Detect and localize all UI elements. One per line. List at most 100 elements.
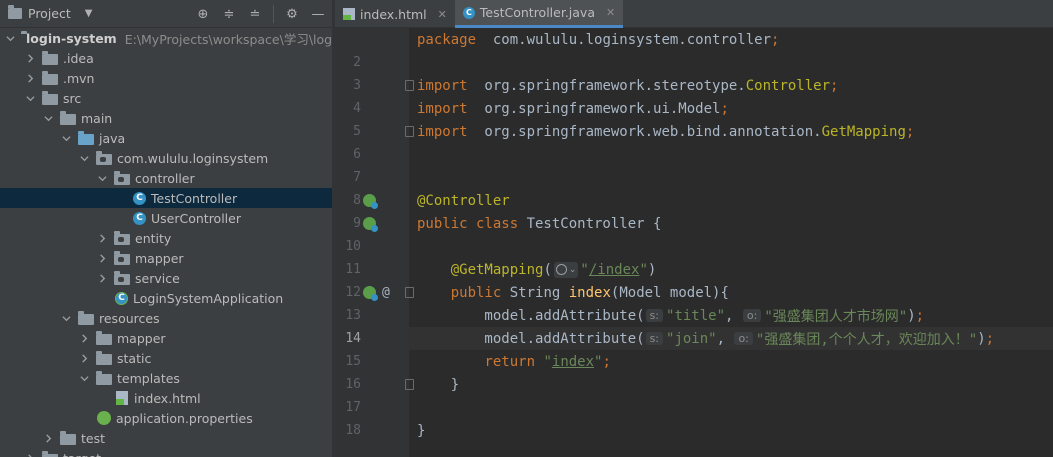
close-icon[interactable]: ✕ bbox=[438, 8, 447, 21]
tree-item-label: entity bbox=[135, 230, 172, 246]
code-line[interactable] bbox=[409, 51, 1053, 74]
tree-item[interactable]: java bbox=[0, 128, 332, 148]
chevron-down-icon[interactable] bbox=[24, 92, 36, 104]
tab-testcontroller-java[interactable]: C TestController.java ✕ bbox=[454, 0, 624, 28]
chevron-right-icon[interactable] bbox=[24, 72, 36, 84]
chevron-down-icon[interactable] bbox=[42, 112, 54, 124]
code-line[interactable]: package com.wululu.loginsystem.controlle… bbox=[409, 28, 1053, 51]
chevron-down-icon[interactable] bbox=[78, 372, 90, 384]
tree-item-label: TestController bbox=[151, 190, 238, 206]
line-number: 11 bbox=[345, 262, 361, 277]
code-line[interactable] bbox=[409, 235, 1053, 258]
chevron-right-icon[interactable] bbox=[24, 452, 36, 457]
chevron-down-icon[interactable] bbox=[96, 172, 108, 184]
tree-item[interactable]: static bbox=[0, 348, 332, 368]
code-token: ; bbox=[720, 100, 729, 117]
spring-bean-icon[interactable] bbox=[363, 212, 378, 235]
chevron-right-icon[interactable] bbox=[96, 272, 108, 284]
line-number: 3 bbox=[353, 78, 361, 93]
line-number: 2 bbox=[353, 55, 361, 70]
code-line[interactable]: } bbox=[409, 373, 1053, 396]
tree-item[interactable]: C UserController bbox=[0, 208, 332, 228]
code-editor[interactable]: index.html ✕ C TestController.java ✕ 2 3 4 5 6 7 8… bbox=[335, 0, 1053, 457]
code-token: /index bbox=[588, 261, 640, 278]
expand-all-icon[interactable]: ≑ bbox=[221, 6, 237, 22]
tree-item[interactable]: C TestController bbox=[0, 188, 332, 208]
code-token: " bbox=[580, 261, 589, 278]
tree-item[interactable]: index.html bbox=[0, 388, 332, 408]
tree-item[interactable]: entity bbox=[0, 228, 332, 248]
code-line[interactable]: } bbox=[409, 419, 1053, 442]
locate-icon[interactable]: ⊕ bbox=[195, 6, 211, 22]
spring-bean-icon[interactable] bbox=[363, 281, 378, 304]
tree-item[interactable]: test bbox=[0, 428, 332, 448]
tree-item[interactable]: C LoginSystemApplication bbox=[0, 288, 332, 308]
chevron-down-icon[interactable] bbox=[60, 312, 72, 324]
code-line[interactable]: public class TestController { bbox=[409, 212, 1053, 235]
tree-item[interactable]: service bbox=[0, 268, 332, 288]
tree-item[interactable]: src bbox=[0, 88, 332, 108]
tree-item[interactable]: target bbox=[0, 448, 332, 457]
code-token: import bbox=[417, 77, 468, 94]
chevron-right-icon[interactable] bbox=[78, 352, 90, 364]
code-token: TestController { bbox=[526, 215, 662, 232]
tree-item[interactable]: controller bbox=[0, 168, 332, 188]
tree-item[interactable]: com.wululu.loginsystem bbox=[0, 148, 332, 168]
code-token: "强盛集团人才市场网" bbox=[764, 308, 908, 325]
code-line[interactable] bbox=[409, 143, 1053, 166]
line-number bbox=[335, 28, 361, 51]
annotation-at-icon[interactable]: @ bbox=[382, 281, 390, 304]
tree-item[interactable]: application.properties bbox=[0, 408, 332, 428]
code-line[interactable] bbox=[409, 166, 1053, 189]
code-line[interactable]: import org.springframework.web.bind.anno… bbox=[409, 120, 1053, 143]
code-line[interactable]: model.addAttribute(s: "title", o: "强盛集团人才市… bbox=[409, 304, 1053, 327]
minimize-icon[interactable]: — bbox=[310, 6, 326, 22]
chevron-right-icon[interactable] bbox=[96, 252, 108, 264]
code-line[interactable]: public String index (Model model){ bbox=[409, 281, 1053, 304]
collapse-all-icon[interactable]: ≐ bbox=[247, 6, 263, 22]
code-token: ; bbox=[985, 330, 995, 347]
code-line[interactable]: model.addAttribute(s: "join", o: "强盛集团,个个人… bbox=[409, 327, 1053, 350]
tree-item-label: UserController bbox=[151, 210, 241, 226]
code-line[interactable]: @Controller bbox=[409, 189, 1053, 212]
tree-item[interactable]: mapper bbox=[0, 248, 332, 268]
code-area[interactable]: package com.wululu.loginsystem.controlle… bbox=[409, 28, 1053, 457]
tree-item[interactable]: login-system E:\MyProjects\workspace\学习\l… bbox=[0, 28, 332, 48]
code-token: , bbox=[716, 330, 734, 347]
code-line[interactable] bbox=[409, 396, 1053, 419]
chevron-down-icon[interactable] bbox=[78, 152, 90, 164]
web-endpoint-icon[interactable]: ⌄ bbox=[553, 261, 579, 278]
code-token: org.springframework.stereotype. bbox=[467, 77, 746, 94]
parameter-hint: s: bbox=[645, 332, 664, 345]
tree-item[interactable]: .mvn bbox=[0, 68, 332, 88]
editor-gutter[interactable]: 2 3 4 5 6 7 8 9 10 11 12 @13 14 15 16 17 18 bbox=[335, 28, 414, 457]
chevron-right-icon[interactable] bbox=[24, 52, 36, 64]
project-view-title[interactable]: Project bbox=[28, 6, 71, 21]
tab-index-html[interactable]: index.html ✕ bbox=[335, 0, 455, 28]
code-token: String bbox=[509, 284, 569, 301]
code-line[interactable]: import org.springframework.ui.Model; bbox=[409, 97, 1053, 120]
code-token: @Controller bbox=[417, 192, 510, 209]
tree-item[interactable]: .idea bbox=[0, 48, 332, 68]
tree-item[interactable]: main bbox=[0, 108, 332, 128]
chevron-down-icon[interactable]: ▼ bbox=[85, 8, 93, 19]
line-number: 4 bbox=[353, 101, 361, 116]
folder-icon bbox=[8, 5, 22, 19]
chevron-down-icon[interactable] bbox=[6, 32, 15, 44]
project-tree[interactable]: login-system E:\MyProjects\workspace\学习\l… bbox=[0, 28, 332, 457]
tree-item[interactable]: mapper bbox=[0, 328, 332, 348]
package-icon bbox=[114, 230, 130, 245]
spring-bean-icon[interactable] bbox=[363, 189, 378, 212]
code-line[interactable]: return " index "; bbox=[409, 350, 1053, 373]
gear-icon[interactable]: ⚙ bbox=[284, 6, 300, 22]
chevron-down-icon[interactable] bbox=[60, 132, 72, 144]
code-line[interactable]: @GetMapping(⌄ "/index ") bbox=[409, 258, 1053, 281]
chevron-right-icon[interactable] bbox=[42, 432, 54, 444]
close-icon[interactable]: ✕ bbox=[606, 6, 615, 19]
tree-item[interactable]: templates bbox=[0, 368, 332, 388]
code-line[interactable]: import org.springframework.stereotype. Co… bbox=[409, 74, 1053, 97]
chevron-right-icon[interactable] bbox=[78, 332, 90, 344]
chevron-right-icon[interactable] bbox=[96, 232, 108, 244]
tree-item[interactable]: resources bbox=[0, 308, 332, 328]
